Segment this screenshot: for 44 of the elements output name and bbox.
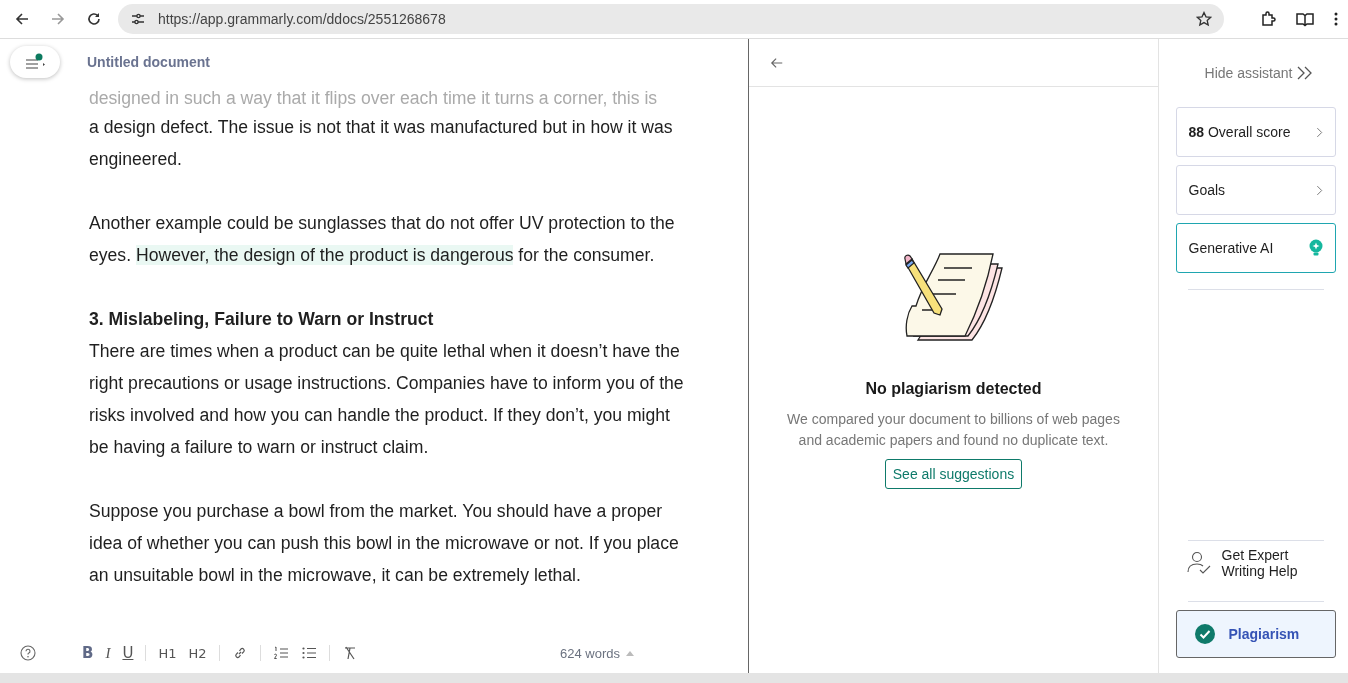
underline-button[interactable]: U [122, 644, 134, 662]
italic-button[interactable]: I [105, 644, 111, 662]
lightbulb-icon [1308, 239, 1323, 257]
site-settings-icon[interactable] [130, 11, 146, 27]
result-title: No plagiarism detected [865, 380, 1042, 398]
paragraph: Another example could be sunglasses that do not offer UV protection to the eyes. However, the design of the product is dangerous for the consumer. [89, 212, 676, 267]
reload-icon[interactable] [86, 11, 102, 27]
menu-icon [23, 53, 47, 71]
document-menu-button[interactable] [10, 46, 60, 78]
extensions-icon[interactable] [1260, 11, 1276, 27]
help-icon[interactable] [20, 645, 36, 661]
heading-button[interactable]: H2 [188, 645, 207, 661]
url-text: https://app.grammarly.com/ddocs/2551268678 [158, 11, 447, 27]
bold-button[interactable]: B [82, 644, 94, 662]
paragraph: designed in such a way that it flips over each time it turns a corner, this is [89, 87, 659, 110]
see-all-suggestions-button[interactable]: See all suggestions [884, 459, 1023, 489]
reading-list-icon[interactable] [1296, 11, 1314, 27]
section-heading: 3. Mislabeling, Failure to Warn or Instruct [89, 308, 435, 331]
generative-ai-card[interactable]: Generative AI [1175, 223, 1336, 273]
hide-assistant-button[interactable]: Hide assistant [1204, 39, 1315, 107]
bookmark-star-icon[interactable] [1196, 11, 1212, 27]
goals-card[interactable]: Goals [1175, 165, 1336, 215]
paragraph: a design defect. The issue is not that it was manufactured but in how it was engineered. [89, 116, 674, 171]
back-arrow-icon[interactable] [770, 55, 784, 70]
bullet-list-icon[interactable] [300, 645, 317, 661]
caret-up-icon [626, 650, 634, 656]
chevron-right-icon [1315, 184, 1323, 196]
expert-help-button[interactable]: Get Expert Writing Help [1185, 533, 1326, 593]
plagiarism-button[interactable]: Plagiarism [1175, 610, 1336, 658]
back-icon[interactable] [14, 11, 30, 27]
paragraph: Suppose you purchase a bowl from the market. You should have a proper idea of whether you can push this bowl in the microwave or not. If you place an unsuitable bowl in the microwave, it can be extremely lethal. [89, 500, 680, 587]
forward-icon[interactable] [50, 11, 66, 27]
document-title[interactable]: Untitled document [87, 54, 210, 70]
numbered-list-icon[interactable] [272, 645, 289, 661]
check-circle-icon [1194, 624, 1215, 644]
chevron-right-icon [1315, 126, 1323, 138]
word-count-button[interactable]: 624 words [554, 644, 640, 662]
result-description: We compared your document to billions of web pages and academic papers and found no duplicate text. [786, 410, 1121, 450]
paragraph: There are times when a product can be quite lethal when it doesn’t have the right precautions or usage instructions. Companies have to inform you of the risks involved and how you can handle the product. If they don’t, you might be having a failure to warn or instruct claim. [89, 340, 685, 459]
overall-score-card[interactable]: 88 Overall score [1175, 107, 1336, 157]
address-bar[interactable]: https://app.grammarly.com/ddocs/2551268678 [118, 4, 1224, 34]
person-check-icon [1185, 551, 1212, 575]
more-menu-icon[interactable] [1334, 11, 1338, 27]
heading-button[interactable]: H1 [158, 645, 177, 661]
